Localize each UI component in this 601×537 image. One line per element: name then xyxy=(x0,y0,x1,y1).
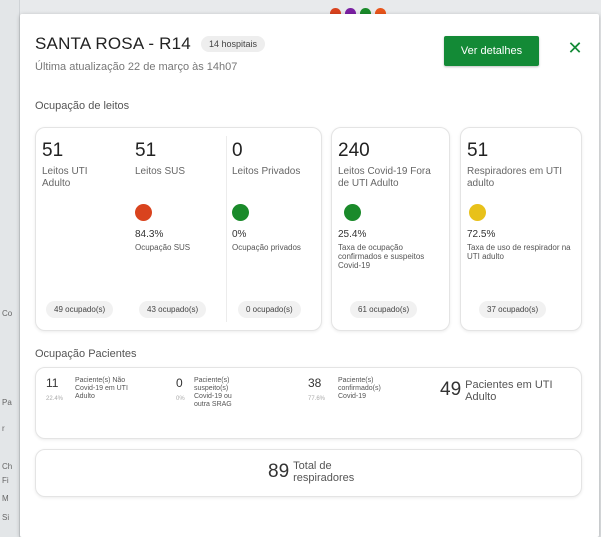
bed-stat-label: Leitos Privados xyxy=(232,166,301,177)
map-label: Si xyxy=(2,513,10,522)
occupied-pill: 0 ocupado(s) xyxy=(238,301,301,318)
hospitals-count-badge: 14 hospitais xyxy=(200,36,265,52)
occupancy-percent: 72.5% xyxy=(467,229,496,240)
occupancy-label: Taxa de ocupação confirmados e suspeitos… xyxy=(338,243,425,270)
patient-percent: 22.4% xyxy=(46,396,64,402)
bed-stat-uti-adult: 51 Leitos UTI Adulto 49 ocupado(s) xyxy=(36,128,129,330)
patients-section-title: Ocupação Pacientes xyxy=(35,348,137,360)
patients-total-label: Pacientes em UTI Adulto xyxy=(465,379,553,403)
patient-label: Paciente(s) Não Covid-19 em UTI Adulto xyxy=(75,377,128,400)
occupied-pill: 37 ocupado(s) xyxy=(479,301,547,318)
details-button[interactable]: Ver detalhes xyxy=(444,36,539,66)
beds-section-title: Ocupação de leitos xyxy=(35,100,130,112)
occupancy-percent: 0% xyxy=(232,229,247,240)
patients-total: 49 Pacientes em UTI Adulto xyxy=(440,379,555,403)
bed-stat-label: Leitos SUS xyxy=(135,166,186,177)
bed-stat-value: 0 xyxy=(232,140,243,161)
beds-card-respirators: 51 Respiradores em UTI adulto 72.5% Taxa… xyxy=(460,127,582,331)
respirators-total-value: 89 xyxy=(268,461,290,482)
occupancy-label: Ocupação privados xyxy=(232,243,301,252)
patient-label: Paciente(s) confirmado(s) Covid-19 xyxy=(338,377,381,400)
occupancy-percent: 25.4% xyxy=(338,229,367,240)
patient-count: 0 xyxy=(176,376,183,390)
region-title: SANTA ROSA - R14 xyxy=(35,34,191,53)
occupancy-label: Taxa de uso de respirador na UTI adulto xyxy=(467,243,571,261)
bed-stat-respirators: 51 Respiradores em UTI adulto 72.5% Taxa… xyxy=(461,128,583,330)
bed-stat-label: Respiradores em UTI adulto xyxy=(467,166,563,189)
patient-label: Paciente(s) suspeito(s) Covid-19 ou outr… xyxy=(194,377,232,408)
map-side-strip: Co Pa r Ch Fi M Si xyxy=(0,0,20,537)
bed-stat-value: 51 xyxy=(467,140,489,161)
patient-percent: 0% xyxy=(176,396,185,402)
status-indicator-yellow xyxy=(469,204,486,221)
bed-stat-value: 51 xyxy=(135,140,157,161)
beds-card-covid: 240 Leitos Covid-19 Fora de UTI Adulto 2… xyxy=(331,127,450,331)
patients-card: 11 22.4% Paciente(s) Não Covid-19 em UTI… xyxy=(35,367,582,439)
status-indicator-green xyxy=(344,204,361,221)
bed-stat-sus: 51 Leitos SUS 84.3% Ocupação SUS 43 ocup… xyxy=(129,128,226,330)
bed-stat-value: 51 xyxy=(42,140,64,161)
close-icon[interactable]: ✕ xyxy=(567,39,583,57)
map-label: Fi xyxy=(2,476,9,485)
occupied-pill: 43 ocupado(s) xyxy=(139,301,207,318)
bed-stat-covid-outside-uti: 240 Leitos Covid-19 Fora de UTI Adulto 2… xyxy=(332,128,451,330)
occupancy-percent: 84.3% xyxy=(135,229,164,240)
status-indicator-green xyxy=(232,204,249,221)
bed-stat-value: 240 xyxy=(338,140,370,161)
bed-stat-private: 0 Leitos Privados 0% Ocupação privados 0… xyxy=(226,128,323,330)
status-indicator-red xyxy=(135,204,152,221)
beds-card-main: 51 Leitos UTI Adulto 49 ocupado(s) 51 Le… xyxy=(35,127,322,331)
patients-total-value: 49 xyxy=(440,379,462,400)
respirators-total: 89 Total de respiradores xyxy=(268,460,368,484)
respirators-total-label: Total de respiradores xyxy=(293,460,355,484)
map-label: Pa xyxy=(2,398,12,407)
patient-percent: 77.6% xyxy=(308,396,326,402)
patient-count: 38 xyxy=(308,376,322,390)
map-label: Ch xyxy=(2,462,13,471)
region-info-panel: SANTA ROSA - R14 14 hospitais Última atu… xyxy=(20,14,599,537)
patient-count: 11 xyxy=(46,376,59,390)
occupied-pill: 61 ocupado(s) xyxy=(350,301,418,318)
respirators-card: 89 Total de respiradores xyxy=(35,449,582,497)
occupied-pill: 49 ocupado(s) xyxy=(46,301,114,318)
bed-stat-label: Leitos Covid-19 Fora de UTI Adulto xyxy=(338,166,431,189)
map-label: Co xyxy=(2,309,13,318)
map-label: M xyxy=(2,494,9,503)
bed-stat-label: Leitos UTI Adulto xyxy=(42,166,88,189)
map-label: r xyxy=(2,424,5,433)
